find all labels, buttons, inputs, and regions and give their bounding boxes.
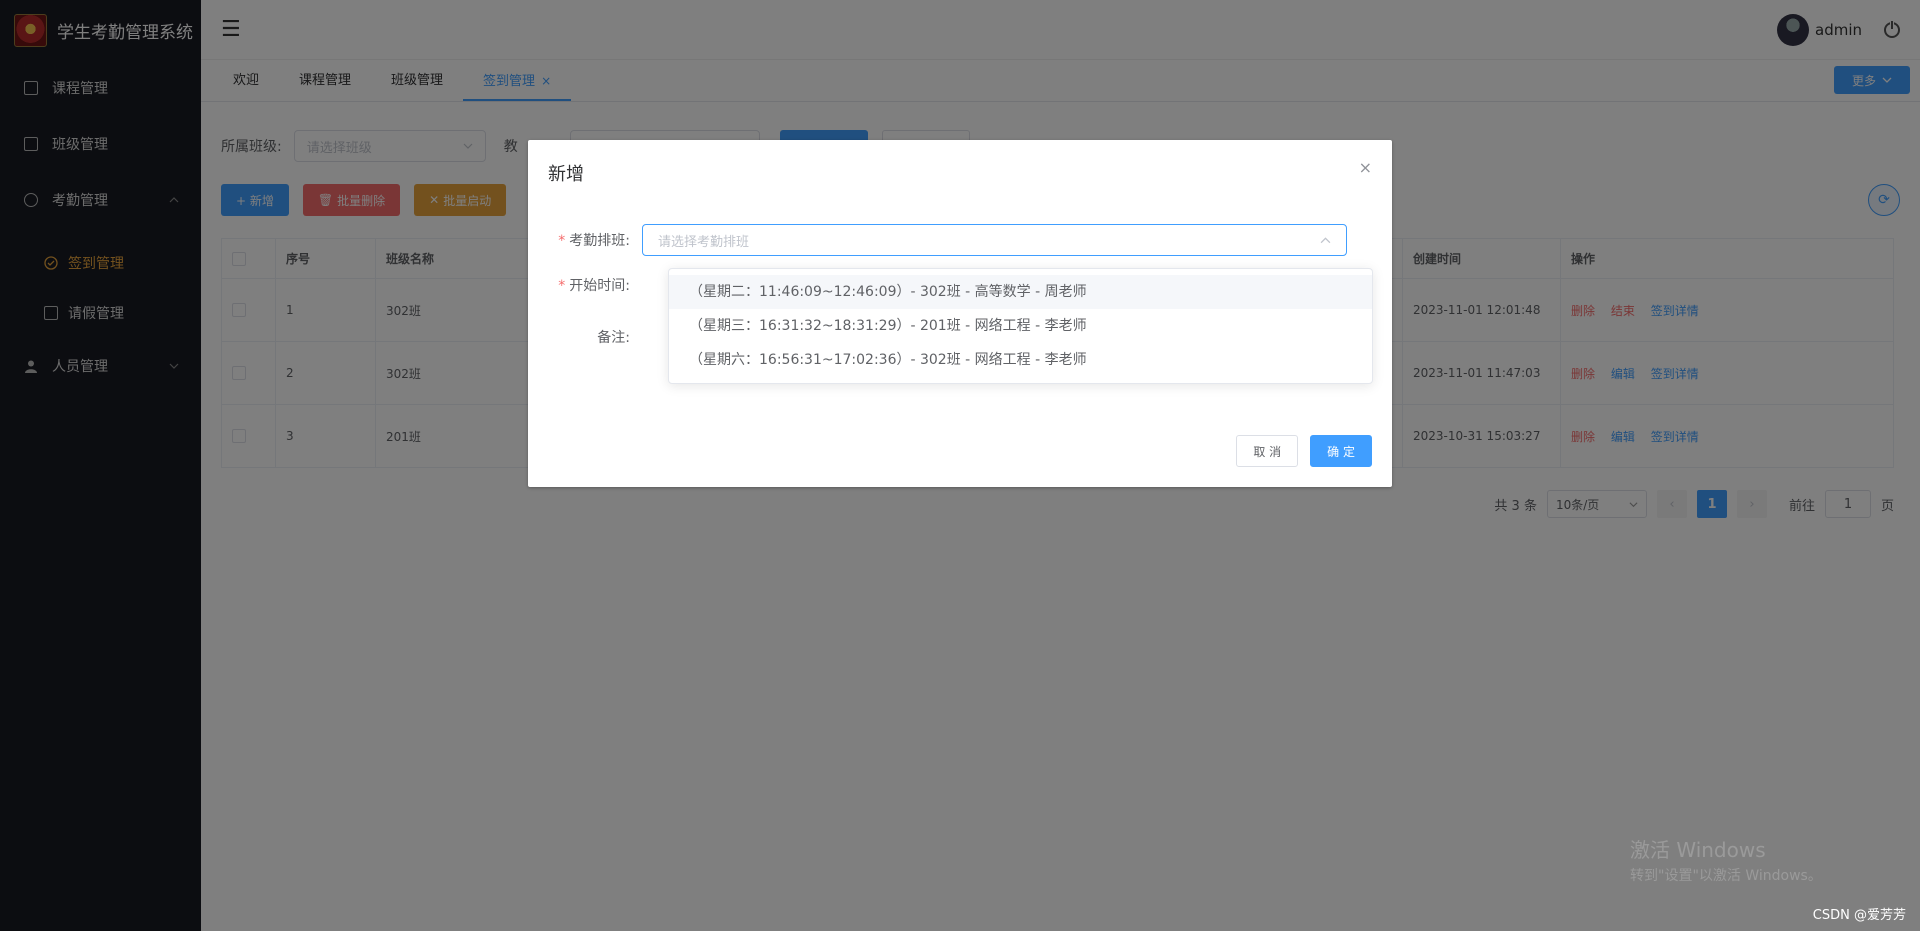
watermark-line2: 转到"设置"以激活 Windows。 [1630,868,1822,884]
form-row-schedule: * 考勤排班: 请选择考勤排班 [548,224,1368,256]
dropdown-option[interactable]: （星期六：16:56:31~17:02:36）- 302班 - 网络工程 - 李… [669,343,1372,377]
start-label: * 开始时间: [548,275,642,295]
dropdown-option[interactable]: （星期三：16:31:32~18:31:29）- 201班 - 网络工程 - 李… [669,309,1372,343]
cancel-button[interactable]: 取 消 [1236,435,1299,467]
csdn-credit: CSDN @爱芳芳 [1812,908,1906,923]
schedule-label-text: 考勤排班: [569,233,630,249]
required-mark: * [558,278,566,294]
dropdown-option[interactable]: （星期二：11:46:09~12:46:09）- 302班 - 高等数学 - 周… [669,275,1372,309]
dialog-title: 新增 [548,164,584,185]
start-label-text: 开始时间: [569,278,630,294]
required-mark: * [558,233,566,249]
close-icon[interactable]: × [1359,158,1372,177]
schedule-dropdown: （星期二：11:46:09~12:46:09）- 302班 - 高等数学 - 周… [668,268,1373,384]
schedule-label: * 考勤排班: [548,230,642,250]
schedule-placeholder: 请选择考勤排班 [658,234,750,250]
watermark-line1: 激活 Windows [1630,838,1766,862]
dialog-footer: 取 消 确 定 [1236,435,1372,467]
schedule-select[interactable]: 请选择考勤排班 [642,224,1347,256]
confirm-button[interactable]: 确 定 [1310,435,1372,467]
chevron-up-icon [1320,236,1331,243]
note-label: 备注: [597,330,630,346]
windows-activation-watermark: 激活 Windows 转到"设置"以激活 Windows。 [1630,834,1822,885]
